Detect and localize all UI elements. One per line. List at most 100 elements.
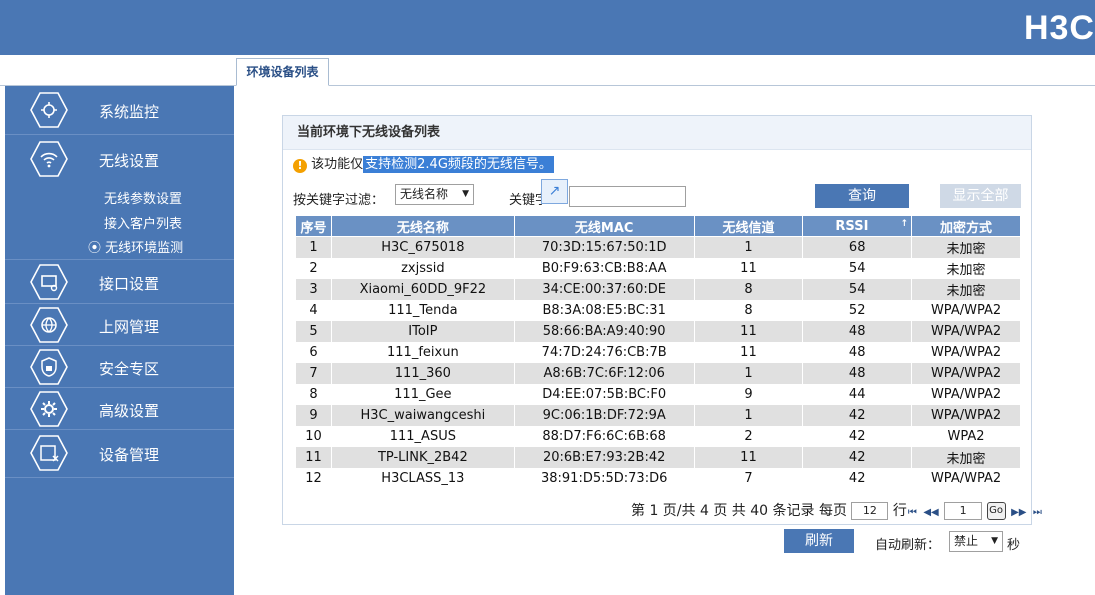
table-row[interactable]: 1 H3C_675018 70:3D:15:67:50:1D 1 68 未加密 [295,236,1021,258]
last-page-icon[interactable]: ⏭ [1033,507,1042,518]
query-button[interactable]: 查询 [815,184,909,208]
cell-rssi: 54 [802,257,913,279]
chevron-down-icon: ▼ [991,536,998,546]
cell-rssi: 42 [802,425,913,447]
cell-encryption: 未加密 [911,257,1021,279]
filter-select[interactable]: 无线名称 ▼ [395,184,474,205]
per-page-input[interactable]: 12 [851,502,889,520]
show-all-button[interactable]: 显示全部 [940,184,1021,208]
cell-channel: 8 [693,299,804,321]
cell-encryption: 未加密 [911,446,1021,468]
cell-rssi: 48 [802,320,913,342]
table-row[interactable]: 4 111_Tenda B8:3A:08:E5:BC:31 8 52 WPA/WPA2 [295,299,1021,321]
cell-mac: D4:EE:07:5B:BC:F0 [513,383,695,405]
table-row[interactable]: 9 H3C_waiwangceshi 9C:06:1B:DF:72:9A 1 42 WPA… [295,404,1021,426]
column-header-mac[interactable]: 无线MAC [513,215,695,237]
auto-refresh-value: 禁止 [954,534,979,548]
sidebar-subitem-wireless-params[interactable]: 无线参数设置 [104,188,182,207]
sort-arrow-icon: ↑ [900,218,909,229]
cell-ssid: 111_Tenda [330,299,515,321]
column-header-ssid[interactable]: 无线名称 [330,215,515,237]
cell-ssid: 111_Gee [330,383,515,405]
table-row[interactable]: 5 IToIP 58:66:BA:A9:40:90 11 48 WPA/WPA2 [295,320,1021,342]
column-header-rssi[interactable]: RSSI ↑ [802,215,913,237]
page-number-input[interactable]: 1 [944,502,983,520]
cell-mac: 38:91:D5:5D:73:D6 [513,467,695,489]
filter-select-value: 无线名称 [400,187,449,201]
table-row[interactable]: 2 zxjssid B0:F9:63:CB:B8:AA 11 54 未加密 [295,257,1021,279]
column-header-channel[interactable]: 无线信道 [693,215,804,237]
auto-refresh-select[interactable]: 禁止 ▼ [949,531,1003,552]
cell-rssi: 44 [802,383,913,405]
cell-index: 10 [295,425,332,447]
sidebar-item-wireless-settings[interactable]: 无线设置 无线参数设置 接入客户列表 ⦿ 无线环境监测 [5,135,234,260]
panel-title: 当前环境下无线设备列表 [283,116,1031,150]
notice-text: ! 该功能仅 支持检测2.4G频段的无线信号。 [293,155,554,175]
tab-bar: 环境设备列表 [0,55,1095,86]
column-header-encryption[interactable]: 加密方式 [911,215,1021,237]
sidebar-item-internet-management[interactable]: 上网管理 [5,304,234,346]
cell-rssi: 48 [802,341,913,363]
cell-encryption: WPA/WPA2 [911,383,1021,405]
cell-rssi: 54 [802,278,913,300]
sidebar-item-label: 上网管理 [99,318,160,336]
cell-index: 3 [295,278,332,300]
sidebar-item-device-management[interactable]: 设备管理 [5,430,234,478]
cell-index: 9 [295,404,332,426]
cell-encryption: WPA/WPA2 [911,341,1021,363]
cell-channel: 11 [693,446,804,468]
table-row[interactable]: 3 Xiaomi_60DD_9F22 34:CE:00:37:60:DE 8 54 未加密 [295,278,1021,300]
cell-ssid: H3C_675018 [330,236,515,258]
column-header-index[interactable]: 序号 [295,215,332,237]
cell-ssid: H3CLASS_13 [330,467,515,489]
sidebar-item-system-monitor[interactable]: 系统监控 [5,86,234,135]
cell-mac: B8:3A:08:E5:BC:31 [513,299,695,321]
cell-channel: 1 [693,362,804,384]
table-row[interactable]: 12 H3CLASS_13 38:91:D5:5D:73:D6 7 42 WPA/WPA2 [295,467,1021,489]
cell-rssi: 42 [802,446,913,468]
device-manage-icon [30,435,68,471]
sidebar-item-interface-settings[interactable]: 接口设置 [5,260,234,304]
sidebar-item-advanced-settings[interactable]: 高级设置 [5,388,234,430]
cell-index: 5 [295,320,332,342]
expand-arrow-icon[interactable]: ↗ [541,179,568,204]
cell-mac: 74:7D:24:76:CB:7B [513,341,695,363]
auto-refresh-label: 自动刷新： [875,538,941,553]
cell-mac: B0:F9:63:CB:B8:AA [513,257,695,279]
cell-ssid: 111_ASUS [330,425,515,447]
cell-channel: 8 [693,278,804,300]
cell-channel: 11 [693,341,804,363]
first-page-icon[interactable]: ⏮ [908,507,917,518]
tab-environment-device-list[interactable]: 环境设备列表 [236,58,329,86]
prev-page-icon[interactable]: ◀◀ [923,507,938,518]
keyword-input[interactable] [569,186,686,207]
cell-index: 8 [295,383,332,405]
table-row[interactable]: 8 111_Gee D4:EE:07:5B:BC:F0 9 44 WPA/WPA2 [295,383,1021,405]
cell-mac: 88:D7:F6:6C:6B:68 [513,425,695,447]
filter-label: 按关键字过滤： [293,193,385,208]
next-page-icon[interactable]: ▶▶ [1011,507,1026,518]
cell-index: 6 [295,341,332,363]
table-row[interactable]: 10 111_ASUS 88:D7:F6:6C:6B:68 2 42 WPA2 [295,425,1021,447]
cell-mac: A8:6B:7C:6F:12:06 [513,362,695,384]
sidebar-subitem-environment-monitor[interactable]: ⦿ 无线环境监测 [88,237,183,256]
sidebar-subitem-client-list[interactable]: 接入客户列表 [104,213,182,232]
notice-plain: 该功能仅 [311,157,364,172]
sidebar-item-security-zone[interactable]: 安全专区 [5,346,234,388]
cell-encryption: 未加密 [911,278,1021,300]
table-row[interactable]: 6 111_feixun 74:7D:24:76:CB:7B 11 48 WPA/WPA2 [295,341,1021,363]
column-header-label: RSSI [835,218,869,234]
table-row[interactable]: 11 TP-LINK_2B42 20:6B:E7:93:2B:42 11 42 未加密 [295,446,1021,468]
h3c-logo: H3C [1023,9,1095,47]
table-row[interactable]: 7 111_360 A8:6B:7C:6F:12:06 1 48 WPA/WPA2 [295,362,1021,384]
go-button[interactable]: Go [986,502,1006,520]
refresh-button[interactable]: 刷新 [784,529,854,553]
cell-mac: 20:6B:E7:93:2B:42 [513,446,695,468]
cell-index: 4 [295,299,332,321]
warning-icon: ! [293,159,307,173]
cell-ssid: TP-LINK_2B42 [330,446,515,468]
cell-encryption: WPA/WPA2 [911,320,1021,342]
cell-mac: 70:3D:15:67:50:1D [513,236,695,258]
sidebar-item-label: 接口设置 [99,275,160,293]
interface-icon [30,264,68,300]
